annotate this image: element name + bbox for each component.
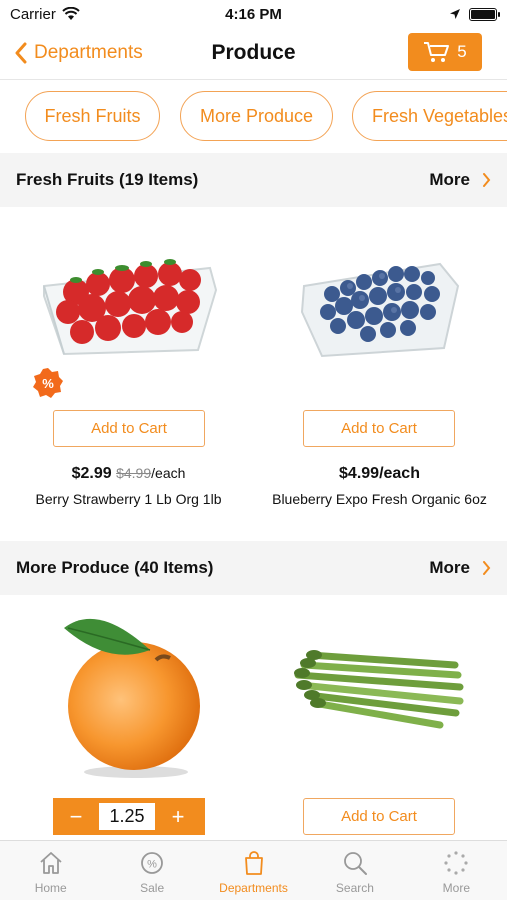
original-price: $4.99 — [116, 465, 152, 481]
shopping-bag-icon — [244, 851, 263, 875]
search-icon — [344, 852, 367, 875]
product-name[interactable]: Berry Strawberry 1 Lb Org 1lb — [2, 491, 255, 507]
section-title: More Produce (40 Items) — [16, 558, 214, 577]
tab-more[interactable]: More — [406, 841, 507, 900]
increase-quantity-button[interactable]: + — [155, 804, 201, 830]
add-to-cart-button[interactable]: Add to Cart — [303, 410, 455, 447]
chip-more-produce[interactable]: More Produce — [180, 91, 333, 141]
svg-text:%: % — [147, 859, 157, 871]
tab-sale[interactable]: % Sale — [101, 841, 202, 900]
more-button[interactable]: More — [429, 170, 491, 190]
chevron-right-icon — [483, 173, 491, 187]
sale-icon: % — [141, 852, 164, 874]
tab-bar: Home % Sale Departments Search More — [0, 840, 507, 900]
battery-icon — [469, 7, 500, 21]
section-header-more-produce: More Produce (40 Items) More — [0, 541, 507, 595]
status-bar: Carrier 4:16 PM — [0, 0, 507, 28]
more-dots-icon — [444, 851, 468, 875]
quantity-stepper: − 1.25 + — [53, 798, 205, 835]
product-name[interactable]: Blueberry Expo Fresh Organic 6oz — [253, 491, 506, 507]
tab-label: Sale — [140, 881, 165, 895]
add-to-cart-button[interactable]: Add to Cart — [303, 798, 455, 835]
svg-text:%: % — [42, 376, 54, 391]
more-label: More — [429, 558, 470, 577]
price-unit: /each — [151, 465, 186, 481]
cart-icon — [424, 42, 450, 62]
tab-label: Departments — [219, 881, 288, 895]
tab-departments[interactable]: Departments — [203, 841, 304, 900]
section-header-fresh-fruits: Fresh Fruits (19 Items) More — [0, 153, 507, 207]
wifi-icon — [62, 7, 80, 20]
current-price: $2.99 — [71, 465, 112, 482]
tab-label: Home — [34, 881, 67, 895]
chip-fresh-vegetables[interactable]: Fresh Vegetables — [352, 91, 507, 141]
home-icon — [40, 852, 62, 874]
nav-bar: Departments Produce 5 — [0, 28, 507, 80]
decrease-quantity-button[interactable]: − — [53, 804, 99, 830]
chevron-right-icon — [483, 561, 491, 575]
more-label: More — [429, 170, 470, 189]
price-unit: /each — [379, 465, 420, 482]
apricot-image[interactable] — [58, 608, 208, 780]
location-arrow-icon — [450, 9, 460, 19]
quantity-input[interactable]: 1.25 — [99, 803, 155, 830]
status-time: 4:16 PM — [225, 5, 282, 23]
more-button[interactable]: More — [429, 558, 491, 578]
category-chips: Fresh Fruits More Produce Fresh Vegetabl… — [0, 80, 507, 152]
current-price: $4.99 — [339, 465, 380, 482]
chip-fresh-fruits[interactable]: Fresh Fruits — [25, 91, 160, 141]
product-price: $2.99 $4.99/each — [2, 465, 255, 483]
tab-home[interactable]: Home — [0, 841, 101, 900]
tab-search[interactable]: Search — [304, 841, 405, 900]
sale-badge-icon: % — [33, 368, 63, 398]
product-price: $4.99/each — [253, 465, 506, 483]
cart-button[interactable]: 5 — [408, 33, 482, 71]
section-title: Fresh Fruits (19 Items) — [16, 170, 199, 189]
asparagus-image[interactable] — [290, 645, 466, 737]
tab-label: More — [442, 881, 470, 895]
add-to-cart-button[interactable]: Add to Cart — [53, 410, 205, 447]
carrier-label: Carrier — [10, 5, 56, 23]
cart-count: 5 — [457, 42, 467, 61]
strawberry-image[interactable] — [38, 250, 220, 358]
blueberry-image[interactable] — [298, 252, 462, 362]
tab-label: Search — [335, 881, 374, 895]
